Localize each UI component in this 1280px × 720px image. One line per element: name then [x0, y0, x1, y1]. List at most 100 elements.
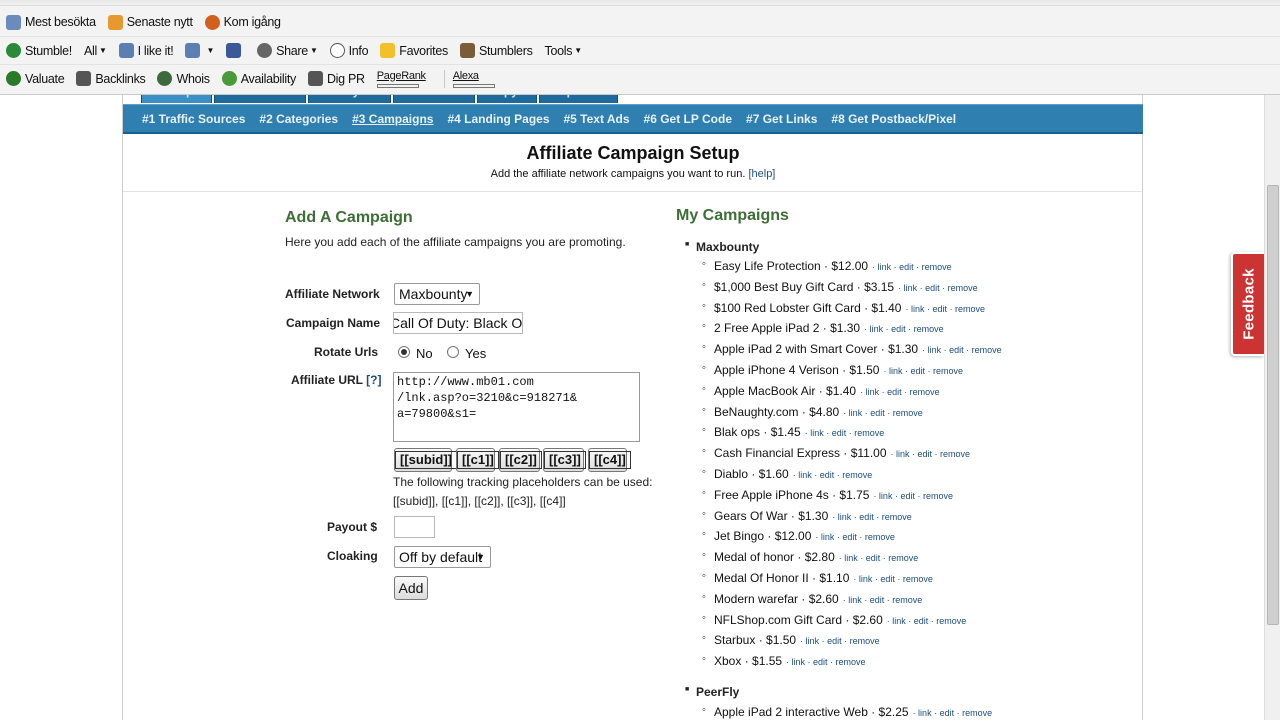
subnav-traffic-sources[interactable]: #1 Traffic Sources	[142, 112, 245, 126]
thumbs-down-icon	[185, 43, 201, 58]
campaign-name-payout: Easy Life Protection · $12.00	[714, 259, 869, 273]
tab-spy[interactable]: Spy	[476, 95, 537, 103]
campaign-list-item: Free Apple iPhone 4s · $1.75· link · edi…	[702, 487, 1134, 509]
campaign-actions-links[interactable]: · link · edit · remove	[860, 387, 940, 397]
campaign-name-payout: 2 Free Apple iPad 2 · $1.30	[714, 321, 861, 336]
campaign-actions-links[interactable]: · link · edit · remove	[839, 553, 919, 563]
subnav-categories[interactable]: #2 Categories	[259, 112, 338, 126]
bookmark-kom-igang[interactable]: Kom igång	[204, 14, 281, 30]
campaign-list-item: Apple iPad 2 with Smart Cover · $1.30· l…	[702, 341, 1134, 363]
valuate-button[interactable]: Valuate	[6, 71, 65, 86]
subnav-text-ads[interactable]: #5 Text Ads	[564, 112, 630, 126]
maxbounty-campaign-list: Easy Life Protection · $12.00· link · ed…	[702, 258, 1134, 675]
thumbs-down-button[interactable]: ▼	[185, 43, 214, 58]
campaign-name-payout: Apple MacBook Air · $1.40	[714, 383, 857, 398]
cloaking-select[interactable]: Off by default ▼	[394, 546, 491, 568]
placeholder-c3-button[interactable]: [[c3]]	[543, 448, 586, 472]
whois-button[interactable]: Whois	[157, 71, 210, 86]
campaign-actions-links[interactable]: · link · edit · remove	[872, 262, 952, 272]
stumblers-button[interactable]: Stumblers	[459, 43, 533, 58]
affiliate-url-help-link[interactable]: [?]	[366, 373, 381, 387]
favorites-button[interactable]: Favorites	[380, 43, 448, 58]
campaign-actions-links[interactable]: · link · edit · remove	[922, 345, 1002, 355]
campaign-actions-links[interactable]: · link · edit · remove	[853, 574, 933, 584]
network-peerfly: PeerFly	[685, 685, 739, 699]
tab-analyze[interactable]: Analyze	[307, 95, 392, 103]
placeholder-subid-button[interactable]: [[subid]]	[394, 448, 457, 472]
campaign-list-item: Blak ops · $1.45 · link · edit · remove	[702, 424, 1134, 446]
page-scrollbar[interactable]	[1264, 95, 1280, 720]
rotate-no-radio[interactable]	[398, 346, 410, 358]
campaign-actions-links[interactable]: · link · edit · remove	[887, 616, 967, 626]
firefox-icon	[204, 14, 220, 30]
i-like-it-button[interactable]: I like it!	[118, 43, 174, 58]
add-campaign-button[interactable]: Add	[394, 576, 428, 600]
availability-button[interactable]: Availability	[221, 71, 296, 86]
placeholder-note: The following tracking placeholders can …	[393, 475, 653, 489]
bookmark-senaste-nytt[interactable]: Senaste nytt	[107, 14, 193, 30]
tab-visitors[interactable]: Visitors	[393, 95, 475, 103]
campaign-actions-links[interactable]: · link · edit · remove	[898, 283, 978, 293]
campaign-name-payout: Diablo · $1.60	[714, 466, 789, 481]
placeholder-c1-button[interactable]: [[c1]]	[456, 448, 499, 472]
backlinks-button[interactable]: Backlinks	[76, 71, 146, 86]
payout-input[interactable]	[394, 516, 435, 538]
campaign-actions-links[interactable]: · link · edit · remove	[843, 408, 923, 418]
window-top-edge	[0, 0, 1280, 6]
campaign-actions-links[interactable]: · link · edit · remove	[843, 595, 923, 605]
campaign-name-input[interactable]: Call Of Duty: Black Ops	[393, 312, 523, 334]
help-link[interactable]: [help]	[748, 168, 775, 180]
tab-update[interactable]: Update	[538, 95, 618, 103]
tab-overview[interactable]: Overview	[214, 95, 306, 103]
subnav-get-lp-code[interactable]: #6 Get LP Code	[644, 112, 732, 126]
feedback-tab[interactable]: Feedback	[1231, 252, 1264, 356]
page-subtitle: Add the affiliate network campaigns you …	[490, 168, 776, 180]
stumble-button[interactable]: Stumble!	[6, 43, 72, 58]
affiliate-url-textarea[interactable]: http://www.mb01.com /lnk.asp?o=3210&c=91…	[393, 372, 640, 442]
campaign-actions-links[interactable]: · link · edit · remove	[891, 449, 971, 459]
campaign-actions-links[interactable]: · link · edit · remove	[864, 324, 944, 334]
campaign-actions-links[interactable]: · link · edit · remove	[873, 491, 953, 501]
share-button[interactable]: Share ▼	[257, 43, 318, 58]
campaign-actions-links[interactable]: · link · edit · remove	[905, 304, 985, 314]
placeholder-c2-button[interactable]: [[c2]]	[499, 448, 542, 472]
subnav-get-postback[interactable]: #8 Get Postback/Pixel	[831, 112, 956, 126]
dig-pr-button[interactable]: Dig PR	[307, 71, 365, 86]
affiliate-network-select[interactable]: Maxbounty ▼	[394, 283, 480, 305]
all-dropdown[interactable]: All ▼	[84, 44, 107, 58]
alexa-indicator[interactable]: Alexa	[452, 70, 495, 88]
campaign-actions-links[interactable]: · link · edit · remove	[793, 470, 873, 480]
campaign-actions-links[interactable]: · link · edit · remove	[913, 708, 993, 718]
campaign-name-payout: $1,000 Best Buy Gift Card · $3.15	[714, 279, 895, 294]
campaign-actions-links[interactable]: · link · edit · remove	[805, 428, 885, 438]
placeholder-list: [[subid]], [[c1]], [[c2]], [[c3]], [[c4]…	[393, 494, 566, 508]
campaign-actions-links[interactable]: · link · edit · remove	[786, 657, 866, 667]
facebook-button[interactable]	[226, 43, 245, 58]
subnav-get-links[interactable]: #7 Get Links	[746, 112, 817, 126]
arrows-icon	[76, 71, 92, 86]
campaign-actions-links[interactable]: · link · edit · remove	[832, 512, 912, 522]
subnav-landing-pages[interactable]: #4 Landing Pages	[447, 112, 549, 126]
rotate-yes-label: Yes	[465, 346, 487, 361]
campaign-list-item: NFLShop.com Gift Card · $2.60 · link · ed…	[702, 612, 1134, 634]
chevron-down-icon: ▼	[98, 46, 107, 55]
chevron-down-icon: ▼	[465, 289, 474, 299]
scrollbar-thumb[interactable]	[1267, 185, 1279, 625]
bookmark-mest-besokta[interactable]: Mest besökta	[6, 14, 96, 30]
pagerank-indicator[interactable]: PageRank	[376, 70, 432, 88]
shovel-icon	[307, 71, 323, 86]
campaign-name-payout: Starbux · $1.50	[714, 633, 797, 648]
tab-setup[interactable]: Setup	[141, 95, 213, 103]
subnav-campaigns[interactable]: #3 Campaigns	[352, 112, 433, 126]
campaign-actions-links[interactable]: · link · edit · remove	[883, 366, 963, 376]
chevron-down-icon: ▼	[309, 46, 318, 55]
peerfly-campaign-list: Apple iPad 2 interactive Web · $2.25 · li…	[702, 704, 1134, 720]
globe-icon	[157, 71, 173, 86]
rotate-yes-radio[interactable]	[447, 346, 459, 358]
tools-dropdown[interactable]: Tools ▼	[545, 44, 583, 58]
campaign-actions-links[interactable]: · link · edit · remove	[815, 532, 895, 542]
placeholder-c4-button[interactable]: [[c4]]	[588, 448, 631, 472]
affiliate-network-label: Affiliate Network	[285, 287, 380, 301]
campaign-actions-links[interactable]: · link · edit · remove	[800, 636, 880, 646]
info-button[interactable]: Info	[329, 43, 369, 58]
